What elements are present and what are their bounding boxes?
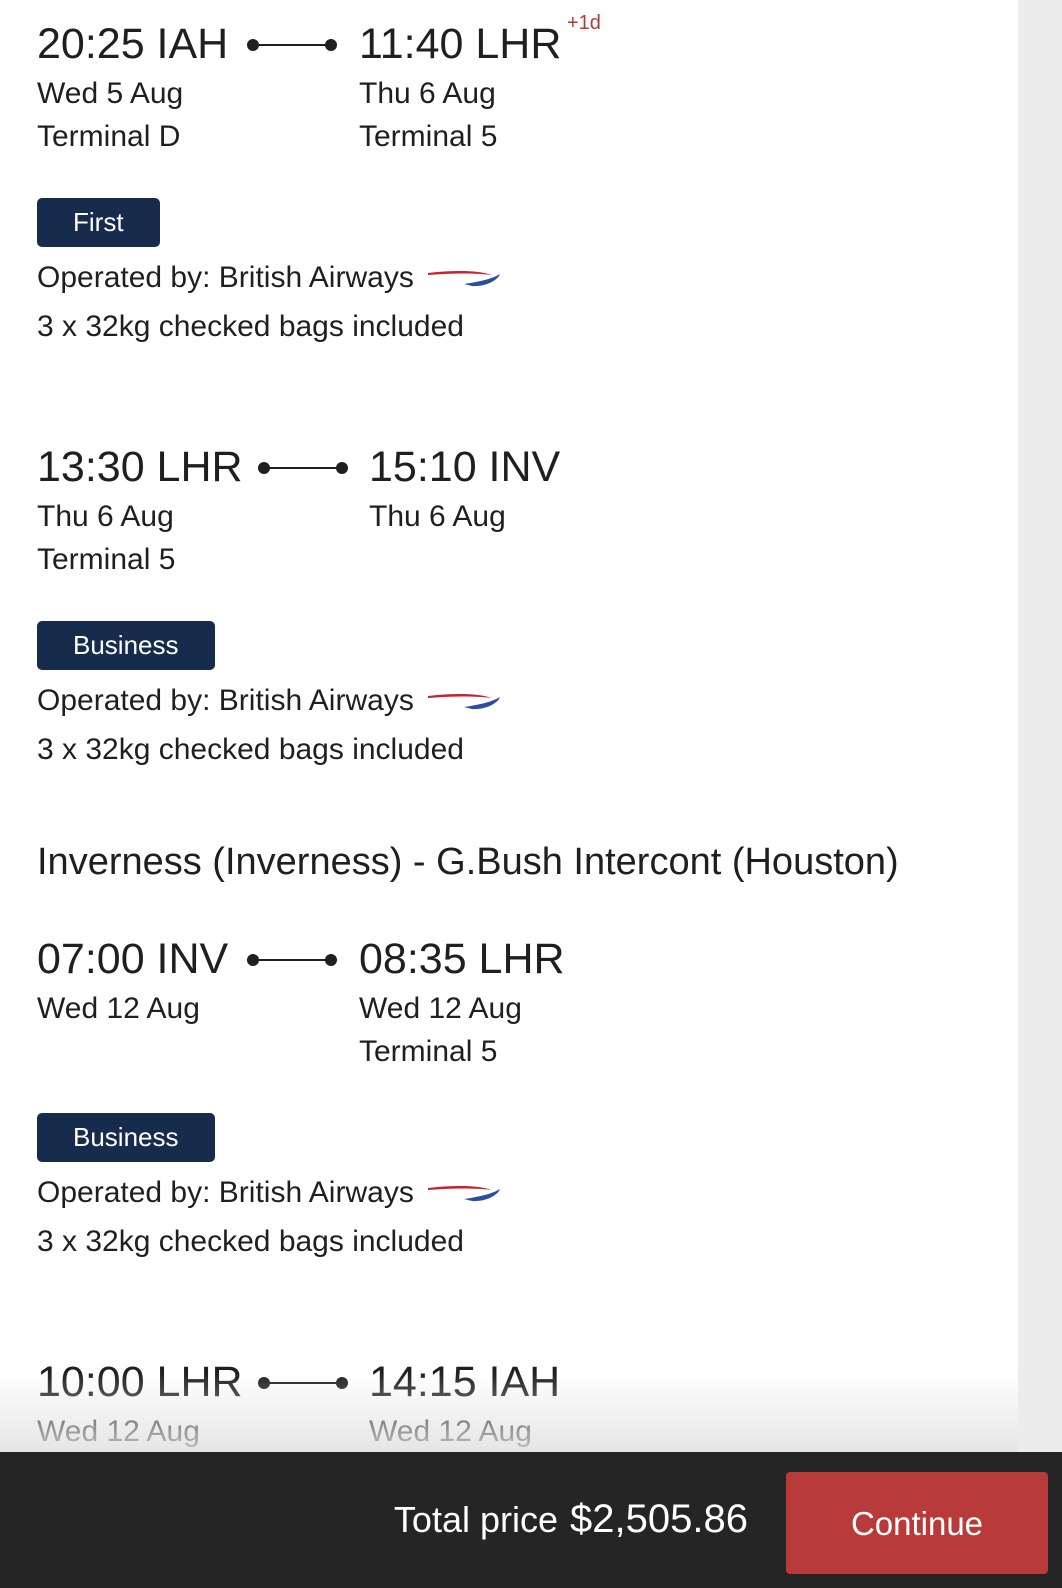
arrival-time: 11:40 LHR [359,20,562,68]
continue-button[interactable]: Continue [786,1472,1048,1574]
cabin-class-badge: Business [37,621,215,670]
return-route-title: Inverness (Inverness) - G.Bush Intercont… [37,841,899,883]
operated-by-label: Operated by: British Airways [37,261,414,294]
departure-date: Wed 12 Aug [37,992,200,1025]
arrival-date: Wed 12 Aug [369,1415,532,1448]
baggage-allowance: 3 x 32kg checked bags included [37,310,464,343]
flight-segment-4: 10:00 LHR 14:15 IAH Wed 12 Aug Wed 12 Au… [37,1358,977,1448]
arrival-terminal: Terminal 5 [359,1035,498,1068]
departure-time: 13:30 LHR [37,443,243,491]
flight-connector-icon [258,1377,348,1389]
departure-time: 07:00 INV [37,935,229,983]
operated-by: Operated by: British Airways [37,683,500,719]
scrollbar-track[interactable] [1018,0,1062,1452]
flight-connector-icon [258,462,348,474]
total-price-label: Total price [393,1499,558,1540]
departure-date: Wed 12 Aug [37,1415,200,1448]
flight-times: 07:00 INV 08:35 LHR [37,935,977,983]
operated-by-label: Operated by: British Airways [37,684,414,717]
baggage-allowance: 3 x 32kg checked bags included [37,733,464,766]
departure-date: Wed 5 Aug [37,77,184,110]
departure-date: Thu 6 Aug [37,500,174,533]
arrival-date: Thu 6 Aug [369,500,506,533]
flight-times: 13:30 LHR 15:10 INV [37,443,977,491]
arrival-date: Thu 6 Aug [359,77,496,110]
departure-time: 20:25 IAH [37,20,229,68]
operated-by: Operated by: British Airways [37,1175,500,1211]
baggage-allowance: 3 x 32kg checked bags included [37,1225,464,1258]
flight-segment-3: 07:00 INV 08:35 LHR Wed 12 Aug Wed 12 Au… [37,935,977,1258]
arrival-terminal: Terminal 5 [359,120,498,153]
itinerary-content: 20:25 IAH 11:40 LHR +1d Wed 5 Aug Thu 6 … [0,0,1018,1452]
arrival-time: 15:10 INV [369,443,561,491]
flight-times: 20:25 IAH 11:40 LHR +1d [37,12,977,68]
departure-terminal: Terminal D [37,120,181,153]
price-footer: Total price $2,505.86 Continue [0,1452,1062,1588]
operated-by: Operated by: British Airways [37,260,500,296]
british-airways-speedmarque-icon [427,1185,500,1202]
arrival-date: Wed 12 Aug [359,992,522,1025]
operated-by-label: Operated by: British Airways [37,1176,414,1209]
flight-segment-2: 13:30 LHR 15:10 INV Thu 6 Aug Thu 6 Aug … [37,443,977,766]
flight-connector-icon [247,954,337,966]
flight-connector-icon [247,39,337,51]
british-airways-speedmarque-icon [427,693,500,710]
flight-segment-1: 20:25 IAH 11:40 LHR +1d Wed 5 Aug Thu 6 … [37,12,977,343]
next-day-indicator: +1d [567,12,601,34]
flight-times: 10:00 LHR 14:15 IAH [37,1358,977,1406]
total-price-value: $2,505.86 [570,1497,748,1541]
cabin-class-badge: Business [37,1113,215,1162]
departure-time: 10:00 LHR [37,1358,243,1406]
arrival-time: 14:15 IAH [369,1358,561,1406]
departure-terminal: Terminal 5 [37,543,176,576]
british-airways-speedmarque-icon [427,270,500,287]
cabin-class-badge: First [37,198,160,247]
arrival-time: 08:35 LHR [359,935,565,983]
